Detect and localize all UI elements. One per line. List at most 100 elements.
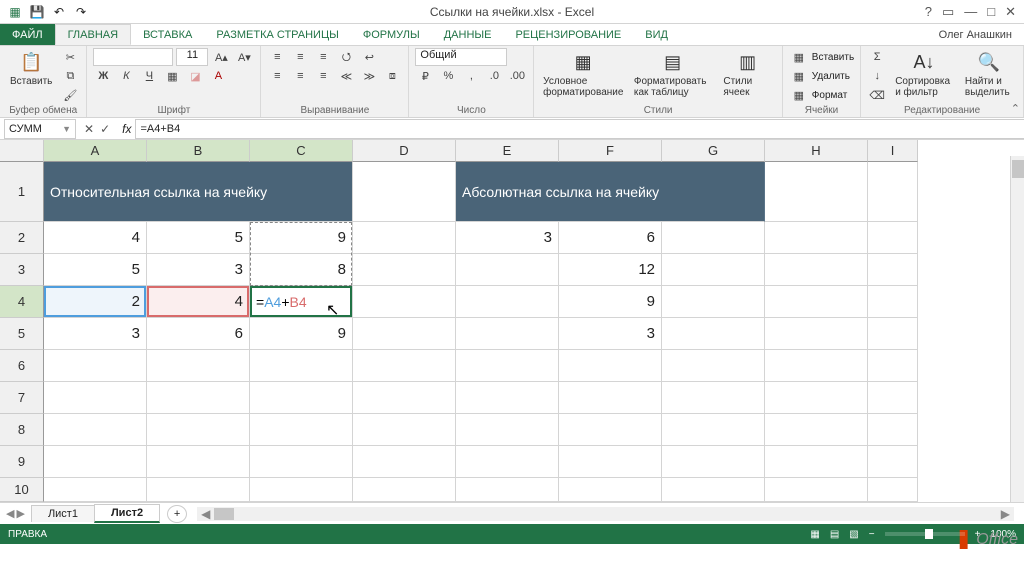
comma-icon[interactable]: ,: [461, 67, 481, 85]
row-header-9[interactable]: 9: [0, 446, 44, 478]
merge-icon[interactable]: ⧈: [382, 67, 402, 85]
col-header-a[interactable]: A: [44, 140, 147, 162]
save-icon[interactable]: 💾: [28, 3, 46, 21]
number-format-select[interactable]: Общий: [415, 48, 507, 66]
formula-input[interactable]: =A4+B4: [135, 119, 1024, 139]
cell-f5[interactable]: 3: [559, 318, 662, 350]
help-icon[interactable]: ?: [925, 4, 932, 19]
cell-c4[interactable]: =A4+B4 ↖: [250, 286, 353, 318]
cell-e2[interactable]: 3: [456, 222, 559, 254]
inc-decimal-icon[interactable]: .0: [484, 67, 504, 85]
cell-f2[interactable]: 6: [559, 222, 662, 254]
add-sheet-button[interactable]: +: [167, 505, 187, 523]
tab-review[interactable]: РЕЦЕНЗИРОВАНИЕ: [503, 24, 633, 45]
cell-a5[interactable]: 3: [44, 318, 147, 350]
cell-f4[interactable]: 9: [559, 286, 662, 318]
decrease-indent-icon[interactable]: ≪: [336, 67, 356, 85]
cell-d4[interactable]: [353, 286, 456, 318]
fmt-table-button[interactable]: ▤Форматировать как таблицу: [630, 48, 715, 100]
scroll-right-icon[interactable]: ▶: [997, 507, 1014, 521]
row-header-1[interactable]: 1: [0, 162, 44, 222]
col-header-e[interactable]: E: [456, 140, 559, 162]
fill-color-icon[interactable]: ◪: [185, 67, 205, 85]
cut-icon[interactable]: ✂: [60, 48, 80, 66]
select-all-corner[interactable]: [0, 140, 44, 162]
cell-g2[interactable]: [662, 222, 765, 254]
cancel-formula-icon[interactable]: ✕: [84, 122, 94, 136]
row-header-2[interactable]: 2: [0, 222, 44, 254]
increase-font-icon[interactable]: A▴: [211, 48, 231, 66]
col-header-h[interactable]: H: [765, 140, 868, 162]
hscroll-thumb[interactable]: [214, 508, 234, 520]
font-select[interactable]: [93, 48, 173, 66]
row-header-4[interactable]: 4: [0, 286, 44, 318]
row-header-3[interactable]: 3: [0, 254, 44, 286]
tab-insert[interactable]: ВСТАВКА: [131, 24, 204, 45]
top-align-icon[interactable]: ≡: [267, 48, 287, 66]
italic-icon[interactable]: К: [116, 67, 136, 85]
cell-d2[interactable]: [353, 222, 456, 254]
font-color-icon[interactable]: A: [208, 67, 228, 85]
cell-h1[interactable]: [765, 162, 868, 222]
minimize-icon[interactable]: —: [964, 4, 977, 19]
border-icon[interactable]: ▦: [162, 67, 182, 85]
increase-indent-icon[interactable]: ≫: [359, 67, 379, 85]
cell-d1[interactable]: [353, 162, 456, 222]
row-header-5[interactable]: 5: [0, 318, 44, 350]
tab-layout[interactable]: РАЗМЕТКА СТРАНИЦЫ: [204, 24, 350, 45]
center-align-icon[interactable]: ≡: [290, 67, 310, 85]
underline-icon[interactable]: Ч: [139, 67, 159, 85]
cell-i2[interactable]: [868, 222, 918, 254]
user-name[interactable]: Олег Анашкин: [939, 24, 1024, 45]
cell-h5[interactable]: [765, 318, 868, 350]
cell-h4[interactable]: [765, 286, 868, 318]
fill-icon[interactable]: ↓: [867, 67, 887, 85]
font-size-select[interactable]: 11: [176, 48, 208, 66]
cell-e4[interactable]: [456, 286, 559, 318]
cell-e5[interactable]: [456, 318, 559, 350]
currency-icon[interactable]: ₽: [415, 67, 435, 85]
left-align-icon[interactable]: ≡: [267, 67, 287, 85]
cell-b2[interactable]: 5: [147, 222, 250, 254]
cell-c2[interactable]: 9: [250, 222, 353, 254]
col-header-d[interactable]: D: [353, 140, 456, 162]
cell-i1[interactable]: [868, 162, 918, 222]
vertical-scrollbar[interactable]: [1010, 156, 1024, 516]
fx-icon[interactable]: fx: [118, 122, 135, 136]
format-cells-icon[interactable]: ▦: [789, 86, 809, 104]
zoom-out-icon[interactable]: −: [869, 529, 875, 540]
view-break-icon[interactable]: ▧: [849, 529, 858, 540]
paste-button[interactable]: 📋 Вставить: [6, 48, 56, 89]
percent-icon[interactable]: %: [438, 67, 458, 85]
sort-filter-button[interactable]: A↓Сортировка и фильтр: [891, 48, 957, 100]
cell-a3[interactable]: 5: [44, 254, 147, 286]
zoom-slider[interactable]: [885, 532, 965, 536]
cell-b3[interactable]: 3: [147, 254, 250, 286]
orientation-icon[interactable]: ⭯: [336, 48, 356, 66]
cell-h3[interactable]: [765, 254, 868, 286]
maximize-icon[interactable]: □: [987, 4, 995, 19]
sheet-tab-2[interactable]: Лист2: [94, 504, 160, 523]
right-align-icon[interactable]: ≡: [313, 67, 333, 85]
tab-formulas[interactable]: ФОРМУЛЫ: [351, 24, 432, 45]
tab-data[interactable]: ДАННЫЕ: [432, 24, 504, 45]
wrap-text-icon[interactable]: ↩: [359, 48, 379, 66]
spreadsheet-grid[interactable]: A B C D E F G H I 1 Относительная ссылка…: [0, 140, 1024, 502]
cell-b4[interactable]: 4: [147, 286, 250, 318]
cell-c5[interactable]: 9: [250, 318, 353, 350]
cell-a1[interactable]: Относительная ссылка на ячейку: [44, 162, 353, 222]
cell-c3[interactable]: 8: [250, 254, 353, 286]
cell-e1[interactable]: Абсолютная ссылка на ячейку: [456, 162, 765, 222]
col-header-g[interactable]: G: [662, 140, 765, 162]
horizontal-scrollbar[interactable]: ◀ ▶: [197, 507, 1014, 521]
mid-align-icon[interactable]: ≡: [290, 48, 310, 66]
cell-b5[interactable]: 6: [147, 318, 250, 350]
row-header-6[interactable]: 6: [0, 350, 44, 382]
sheet-nav-right-icon[interactable]: ▶: [16, 507, 24, 520]
cell-i4[interactable]: [868, 286, 918, 318]
bold-icon[interactable]: Ж: [93, 67, 113, 85]
scroll-thumb[interactable]: [1012, 160, 1024, 178]
cell-d3[interactable]: [353, 254, 456, 286]
row-header-7[interactable]: 7: [0, 382, 44, 414]
name-box[interactable]: СУММ▼: [4, 119, 76, 139]
